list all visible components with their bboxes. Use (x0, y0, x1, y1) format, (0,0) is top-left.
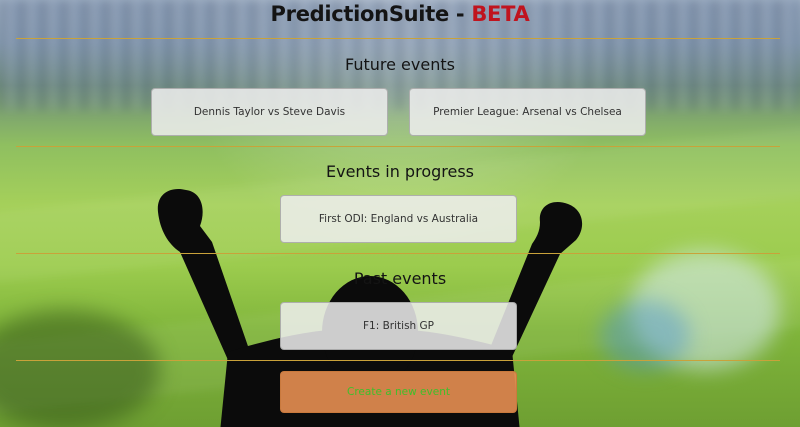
section-title-in-progress: Events in progress (326, 162, 474, 181)
event-card-future-2[interactable]: Premier League: Arsenal vs Chelsea (409, 88, 646, 136)
section-title-past: Past events (353, 269, 447, 288)
event-card-future-1[interactable]: Dennis Taylor vs Steve Davis (151, 88, 388, 136)
divider (16, 38, 780, 39)
event-card-past-1[interactable]: F1: British GP (280, 302, 517, 350)
beta-badge: BETA (471, 2, 530, 26)
create-event-button[interactable]: Create a new event (280, 371, 517, 413)
app-root: PredictionSuite - BETA Future events Den… (0, 0, 800, 427)
app-title-text: PredictionSuite - (270, 2, 472, 26)
app-title: PredictionSuite - BETA (0, 2, 800, 26)
divider (16, 253, 780, 254)
divider (16, 360, 780, 361)
event-card-in-progress-1[interactable]: First ODI: England vs Australia (280, 195, 517, 243)
section-title-future: Future events (345, 55, 455, 74)
divider (16, 146, 780, 147)
